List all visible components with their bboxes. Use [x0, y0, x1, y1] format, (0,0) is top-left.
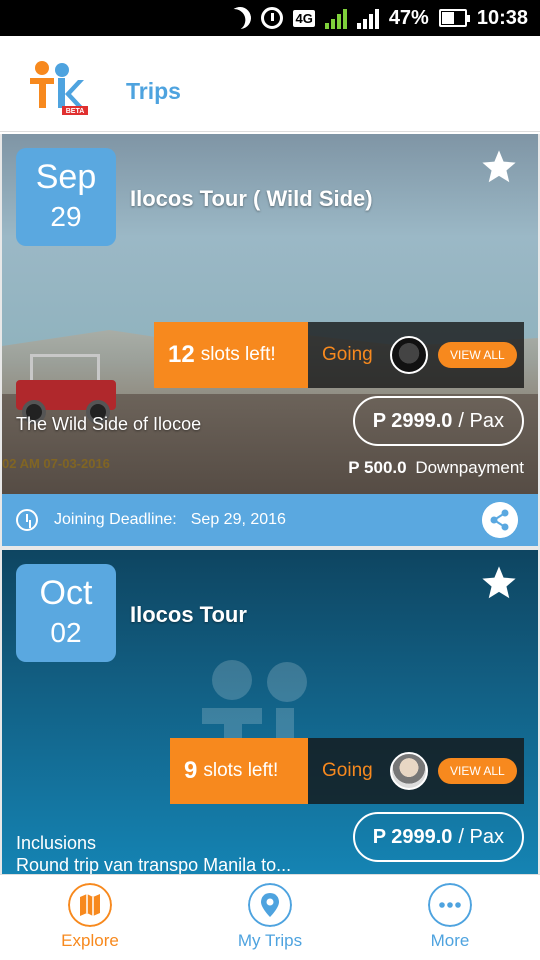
downpayment: P 500.0 Downpayment	[348, 458, 524, 478]
signal-sim1-icon	[324, 7, 347, 29]
date-badge: Sep 29	[16, 148, 116, 246]
location-pin-icon	[248, 883, 292, 927]
inclusions-title: Inclusions	[16, 833, 97, 853]
downpayment-label: Downpayment	[415, 458, 524, 477]
inclusions: Inclusions Round trip van transpo Manila…	[16, 832, 291, 874]
date-month: Oct	[39, 574, 93, 612]
network-type-label: 4G	[293, 9, 315, 27]
favorite-star-icon[interactable]	[480, 564, 518, 602]
signal-sim2-icon	[356, 7, 379, 29]
trip-card[interactable]: 02 AM 07-03-2016 Sep 29 Ilocos Tour ( Wi…	[2, 134, 538, 546]
battery-percent: 47%	[388, 6, 429, 29]
more-dots-icon	[428, 883, 472, 927]
view-all-button[interactable]: VIEW ALL	[438, 758, 517, 784]
deadline-date: Sep 29, 2016	[190, 511, 286, 528]
battery-icon	[438, 9, 470, 27]
app-header: BETA Trips	[0, 36, 540, 132]
price-pill: P 2999.0 / Pax	[352, 812, 524, 862]
price-amount: P 2999.0	[372, 825, 453, 848]
status-icons: 4G 47% 10:38	[229, 0, 528, 36]
alarm-icon	[261, 7, 284, 29]
nav-explore[interactable]: Explore	[0, 875, 180, 960]
avatar[interactable]	[390, 752, 428, 790]
photo-timestamp: 02 AM 07-03-2016	[2, 456, 110, 471]
going-label: Going	[322, 344, 373, 365]
app-logo: BETA	[30, 61, 88, 115]
jeep-graphic	[10, 352, 118, 424]
going-label: Going	[322, 760, 373, 781]
trips-feed[interactable]: 02 AM 07-03-2016 Sep 29 Ilocos Tour ( Wi…	[0, 134, 540, 874]
slots-left-badge: 9 slots left!	[170, 738, 308, 804]
price-unit: / Pax	[458, 409, 504, 432]
date-month: Sep	[35, 158, 97, 196]
nav-my-trips-label: My Trips	[237, 931, 303, 950]
bottom-navigation: Explore My Trips More	[0, 874, 540, 960]
map-icon	[68, 883, 112, 927]
joining-deadline-bar: Joining Deadline: Sep 29, 2016	[2, 494, 538, 546]
downpayment-amount: P 500.0	[348, 458, 407, 477]
nav-explore-label: Explore	[61, 931, 119, 950]
price-unit: / Pax	[458, 825, 504, 848]
slots-bar: 12 slots left! Going VIEW ALL	[154, 322, 524, 388]
status-bar: 4G 47% 10:38	[0, 0, 540, 36]
slots-left-badge: 12 slots left!	[154, 322, 308, 388]
trip-title: Ilocos Tour	[130, 602, 247, 627]
avatar[interactable]	[390, 336, 428, 374]
slots-count: 9	[184, 757, 198, 784]
favorite-star-icon[interactable]	[480, 148, 518, 186]
nav-more-label: More	[430, 931, 470, 950]
page-title: Trips	[126, 78, 181, 104]
clock-time: 10:38	[476, 6, 528, 29]
trip-subtitle: The Wild Side of Ilocoe	[16, 414, 202, 434]
slots-count: 12	[168, 341, 195, 368]
slots-text: slots left!	[203, 760, 279, 781]
view-all-button[interactable]: VIEW ALL	[438, 342, 517, 368]
nav-my-trips[interactable]: My Trips	[180, 875, 360, 960]
inclusions-text: Round trip van transpo Manila to...	[16, 855, 292, 874]
deadline-label: Joining Deadline:	[54, 511, 177, 528]
alarm-clock-icon	[16, 509, 38, 531]
trip-title: Ilocos Tour ( Wild Side)	[130, 186, 373, 211]
trip-card[interactable]: Oct 02 Ilocos Tour 9 slots left! Going V…	[2, 550, 538, 874]
slots-text: slots left!	[200, 344, 276, 365]
nav-more[interactable]: More	[360, 875, 540, 960]
share-icon[interactable]	[482, 502, 518, 538]
date-day: 29	[50, 201, 82, 232]
price-pill: P 2999.0 / Pax	[352, 396, 524, 446]
date-badge: Oct 02	[16, 564, 116, 662]
do-not-disturb-icon	[226, 4, 254, 32]
beta-badge: BETA	[66, 108, 85, 115]
price-amount: P 2999.0	[372, 409, 453, 432]
slots-bar: 9 slots left! Going VIEW ALL	[170, 738, 524, 804]
date-day: 02	[50, 617, 82, 648]
